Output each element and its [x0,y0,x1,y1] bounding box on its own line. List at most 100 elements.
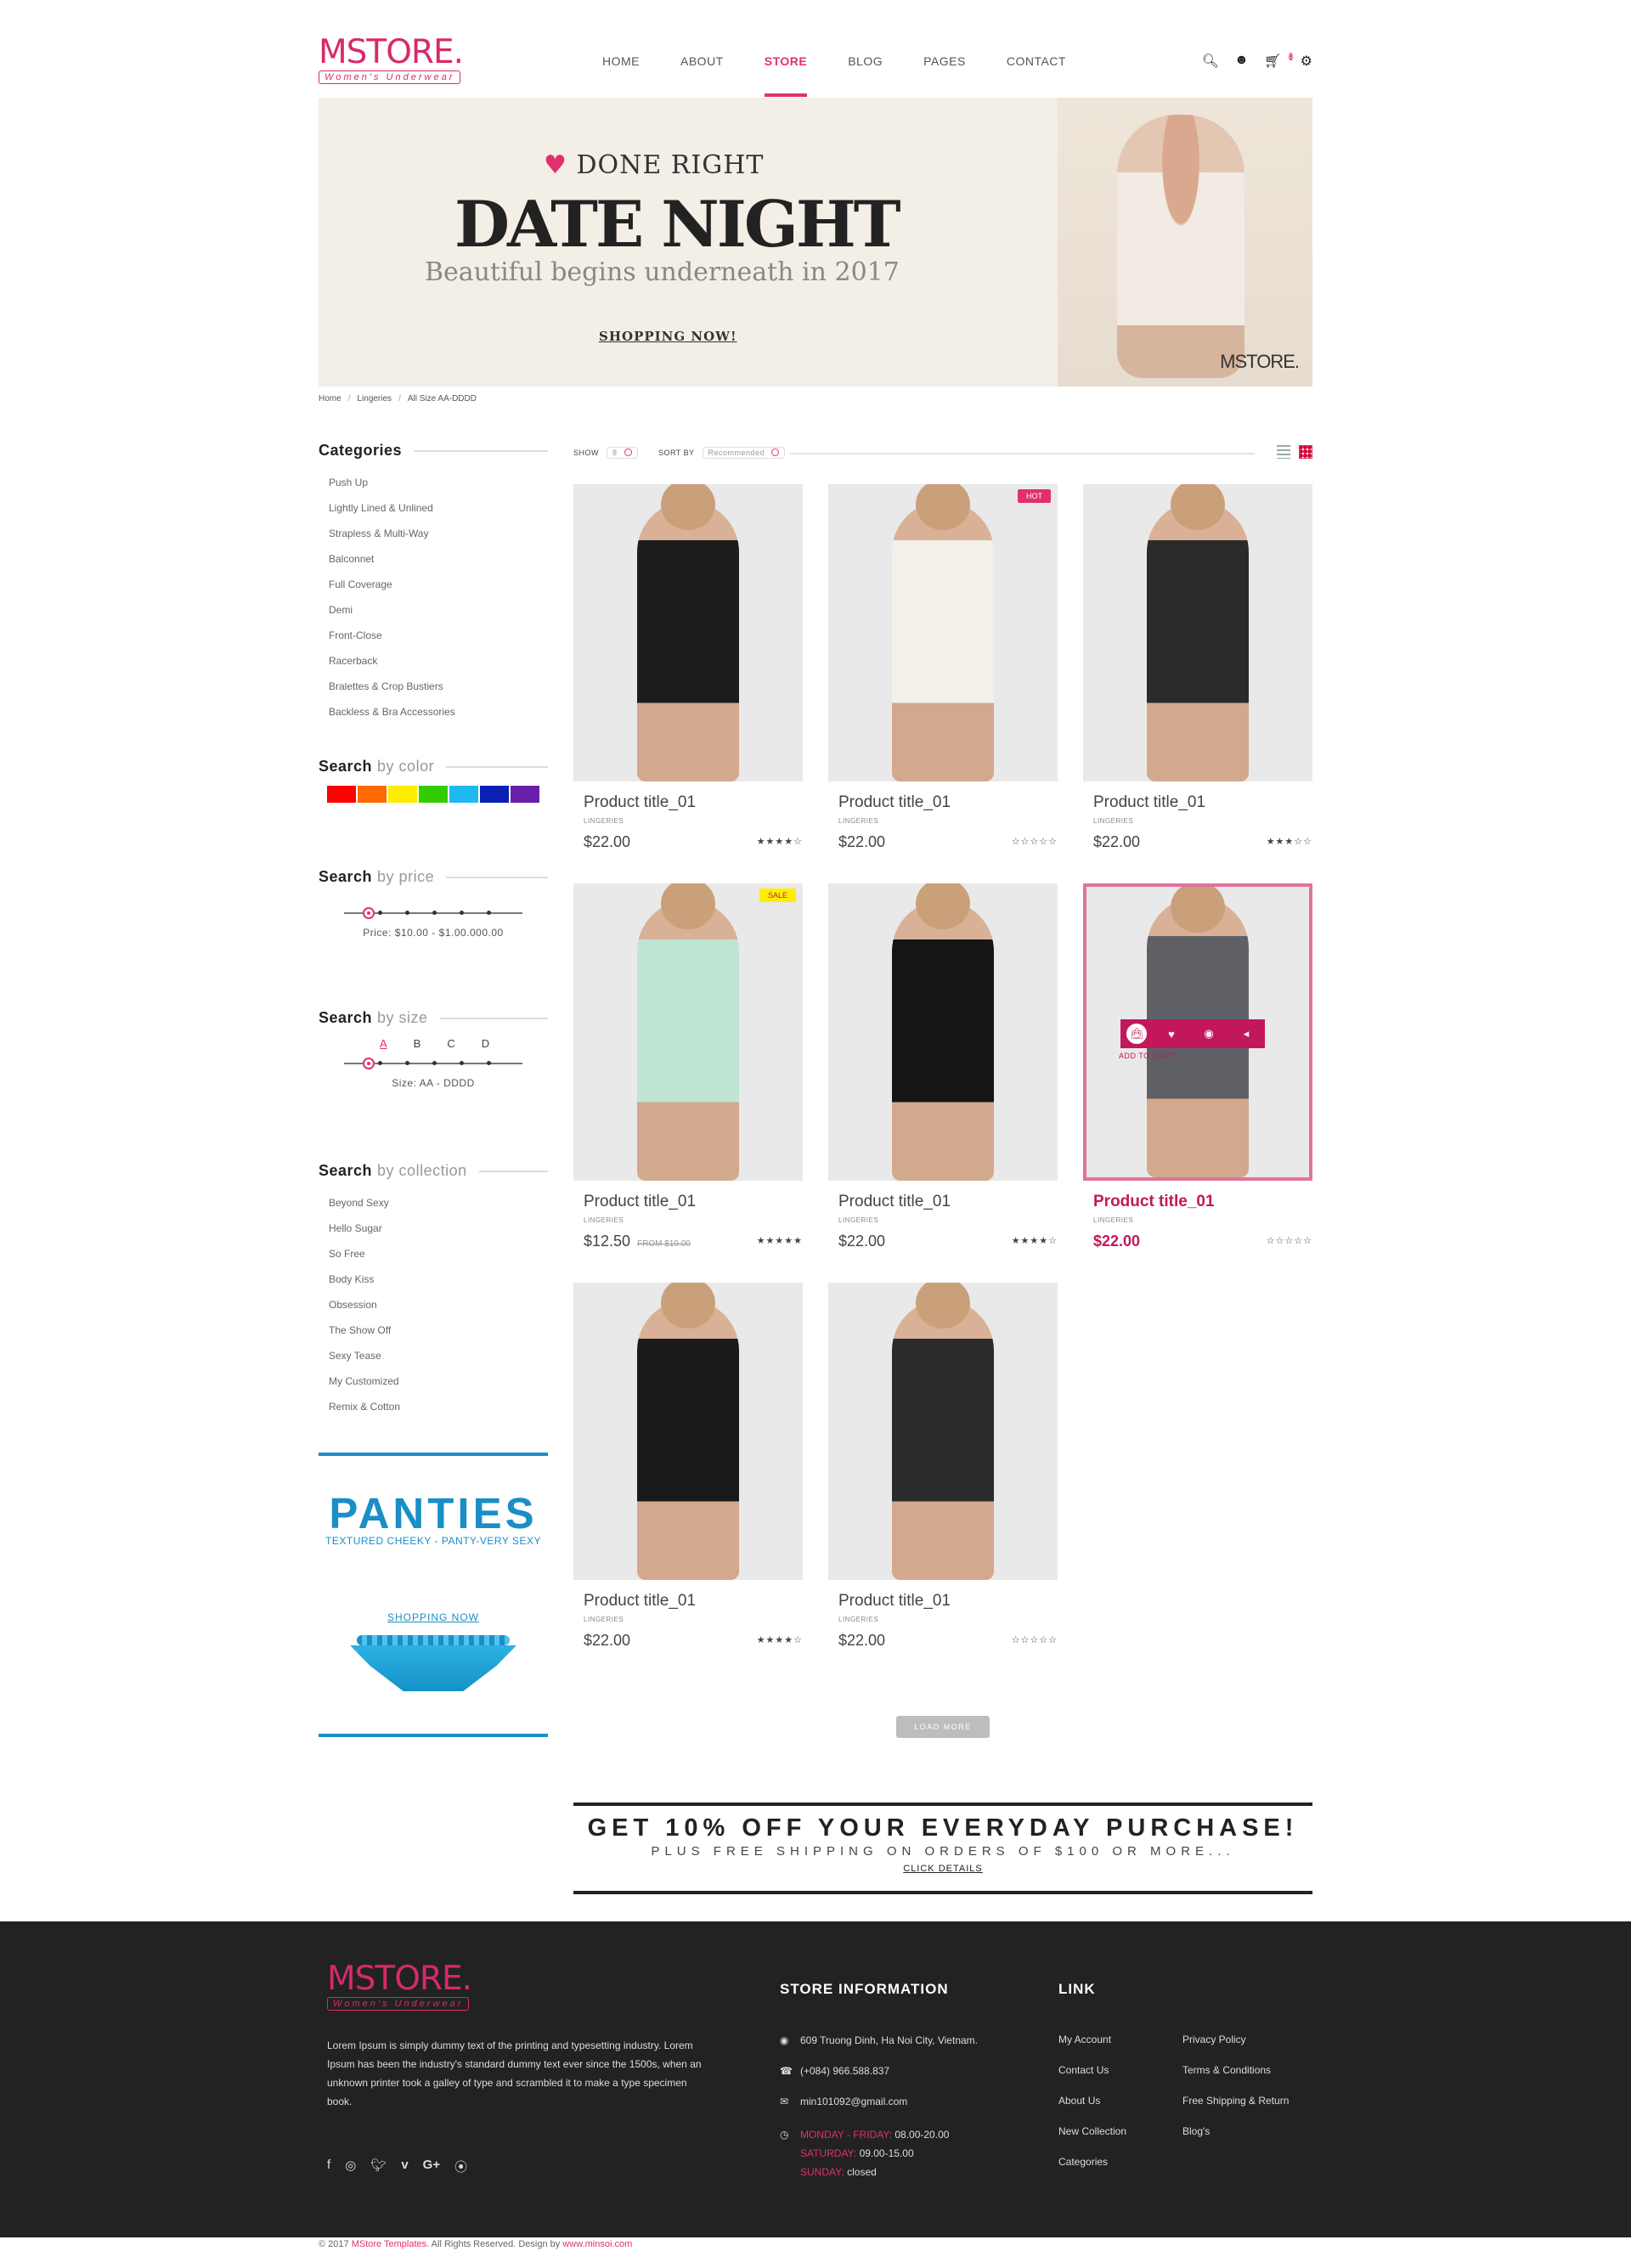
footer-link[interactable]: Terms & Conditions [1182,2064,1289,2095]
color-swatch[interactable] [388,786,417,803]
collection-item[interactable]: Beyond Sexy [329,1190,548,1216]
rss-icon[interactable]: ⦿ [454,2158,467,2175]
copyright-brand-link[interactable]: MStore Templates [352,2239,426,2249]
settings-icon[interactable]: ⚙ [1301,53,1312,70]
footer-link[interactable]: Blog's [1182,2125,1289,2156]
product-image[interactable] [573,1283,803,1580]
color-swatch[interactable] [358,786,387,803]
category-item[interactable]: Demi [329,597,548,623]
product-card[interactable]: Product title_01 LINGERIES $22.00 ★★★★☆ [828,883,1058,1257]
vimeo-icon[interactable]: v [401,2158,408,2175]
size-option[interactable]: B [414,1037,421,1050]
size-slider-handle[interactable] [363,1058,375,1069]
product-title[interactable]: Product title_01 [1093,1193,1312,1211]
collection-item[interactable]: Remix & Cotton [329,1394,548,1419]
product-card[interactable]: Product title_01 LINGERIES $22.00 ★★★☆☆ [1083,484,1312,858]
nav-contact[interactable]: CONTACT [986,54,1086,97]
banner-shop-button[interactable]: SHOPPING NOW! [599,329,737,344]
cart-icon[interactable]: 👜︎ [1126,1024,1147,1044]
footer-link[interactable]: My Account [1058,2034,1126,2064]
product-title[interactable]: Product title_01 [838,1193,1058,1211]
collection-item[interactable]: Hello Sugar [329,1216,548,1241]
category-item[interactable]: Backless & Bra Accessories [329,699,548,725]
size-option[interactable]: C [447,1037,454,1050]
designer-link[interactable]: www.minsoi.com [562,2239,632,2249]
product-title[interactable]: Product title_01 [838,793,1058,812]
cart-icon[interactable]: 🛒︎ 0 [1264,53,1293,70]
product-title[interactable]: Product title_01 [838,1592,1058,1611]
size-option[interactable]: D [482,1037,489,1050]
collection-item[interactable]: My Customized [329,1368,548,1394]
color-swatch[interactable] [511,786,539,803]
load-more-button[interactable]: LOAD MORE [896,1716,990,1738]
price-slider[interactable] [344,905,522,922]
search-icon[interactable]: 🔍︎ [1202,53,1219,70]
eye-icon[interactable]: ◉ [1196,1027,1222,1041]
promo-details-link[interactable]: CLICK DETAILS [573,1864,1312,1874]
color-swatch[interactable] [449,786,478,803]
footer-link[interactable]: Free Shipping & Return [1182,2095,1289,2125]
product-image[interactable]: SALE [573,883,803,1181]
breadcrumb-lingeries[interactable]: Lingeries [357,394,392,403]
list-view-icon[interactable] [1277,445,1290,459]
product-title[interactable]: Product title_01 [584,1592,803,1611]
product-card[interactable]: SALE Product title_01 LINGERIES $12.50 FR… [573,883,803,1257]
product-image[interactable]: 👜︎ ♥ ◉ ◂ ADD TO CART [1083,883,1312,1181]
product-image[interactable] [828,883,1058,1181]
size-slider[interactable] [344,1055,522,1072]
category-item[interactable]: Bralettes & Crop Bustiers [329,674,548,699]
product-image[interactable] [828,1283,1058,1580]
collection-item[interactable]: So Free [329,1241,548,1267]
nav-home[interactable]: HOME [582,54,660,97]
category-item[interactable]: Racerback [329,648,548,674]
color-swatch[interactable] [327,786,356,803]
product-image[interactable] [573,484,803,781]
category-item[interactable]: Push Up [329,470,548,495]
footer-link[interactable]: Categories [1058,2156,1126,2186]
store-email[interactable]: min101092@gmail.com [800,2096,907,2107]
category-item[interactable]: Strapless & Multi-Way [329,521,548,546]
nav-blog[interactable]: BLOG [827,54,903,97]
category-item[interactable]: Full Coverage [329,572,548,597]
footer-logo[interactable]: MSTORE. Women's Underwear [327,1962,472,2011]
category-item[interactable]: Balconnet [329,546,548,572]
grid-view-icon[interactable] [1299,445,1312,459]
facebook-icon[interactable]: f [327,2158,330,2175]
footer-link[interactable]: Privacy Policy [1182,2034,1289,2064]
price-slider-handle[interactable] [363,907,375,919]
ad-shop-link[interactable]: SHOPPING NOW [319,1611,548,1623]
collection-item[interactable]: Obsession [329,1292,548,1317]
nav-store[interactable]: STORE [744,54,827,97]
product-title[interactable]: Product title_01 [1093,793,1312,812]
instagram-icon[interactable]: ◎ [345,2158,356,2175]
collection-item[interactable]: The Show Off [329,1317,548,1343]
sort-select[interactable]: Recommended [702,447,786,459]
product-title[interactable]: Product title_01 [584,1193,803,1211]
google-plus-icon[interactable]: G+ [423,2158,440,2175]
collection-item[interactable]: Body Kiss [329,1267,548,1292]
nav-pages[interactable]: PAGES [903,54,986,97]
product-card[interactable]: Product title_01 LINGERIES $22.00 ☆☆☆☆☆ [828,1283,1058,1656]
collection-item[interactable]: Sexy Tease [329,1343,548,1368]
color-swatch[interactable] [480,786,509,803]
footer-link[interactable]: About Us [1058,2095,1126,2125]
category-item[interactable]: Front-Close [329,623,548,648]
product-title[interactable]: Product title_01 [584,793,803,812]
footer-link[interactable]: Contact Us [1058,2064,1126,2095]
user-icon[interactable]: ☻ [1234,53,1249,70]
twitter-icon[interactable]: 🐦︎ [370,2158,387,2175]
breadcrumb-home[interactable]: Home [319,394,341,403]
color-swatch[interactable] [419,786,448,803]
category-item[interactable]: Lightly Lined & Unlined [329,495,548,521]
panties-ad[interactable]: PANTIES TEXTURED CHEEKY - PANTY-VERY SEX… [319,1453,548,1737]
product-card[interactable]: Product title_01 LINGERIES $22.00 ★★★★☆ [573,1283,803,1656]
footer-link[interactable]: New Collection [1058,2125,1126,2156]
product-card[interactable]: Product title_01 LINGERIES $22.00 ★★★★☆ [573,484,803,858]
product-image[interactable] [1083,484,1312,781]
share-icon[interactable]: ◂ [1233,1027,1259,1041]
product-image[interactable]: HOT [828,484,1058,781]
nav-about[interactable]: ABOUT [660,54,744,97]
heart-icon[interactable]: ♥ [1159,1028,1184,1041]
product-card[interactable]: HOT Product title_01 LINGERIES $22.00 ☆☆… [828,484,1058,858]
logo[interactable]: MSTORE. Women's Underwear [319,36,464,84]
